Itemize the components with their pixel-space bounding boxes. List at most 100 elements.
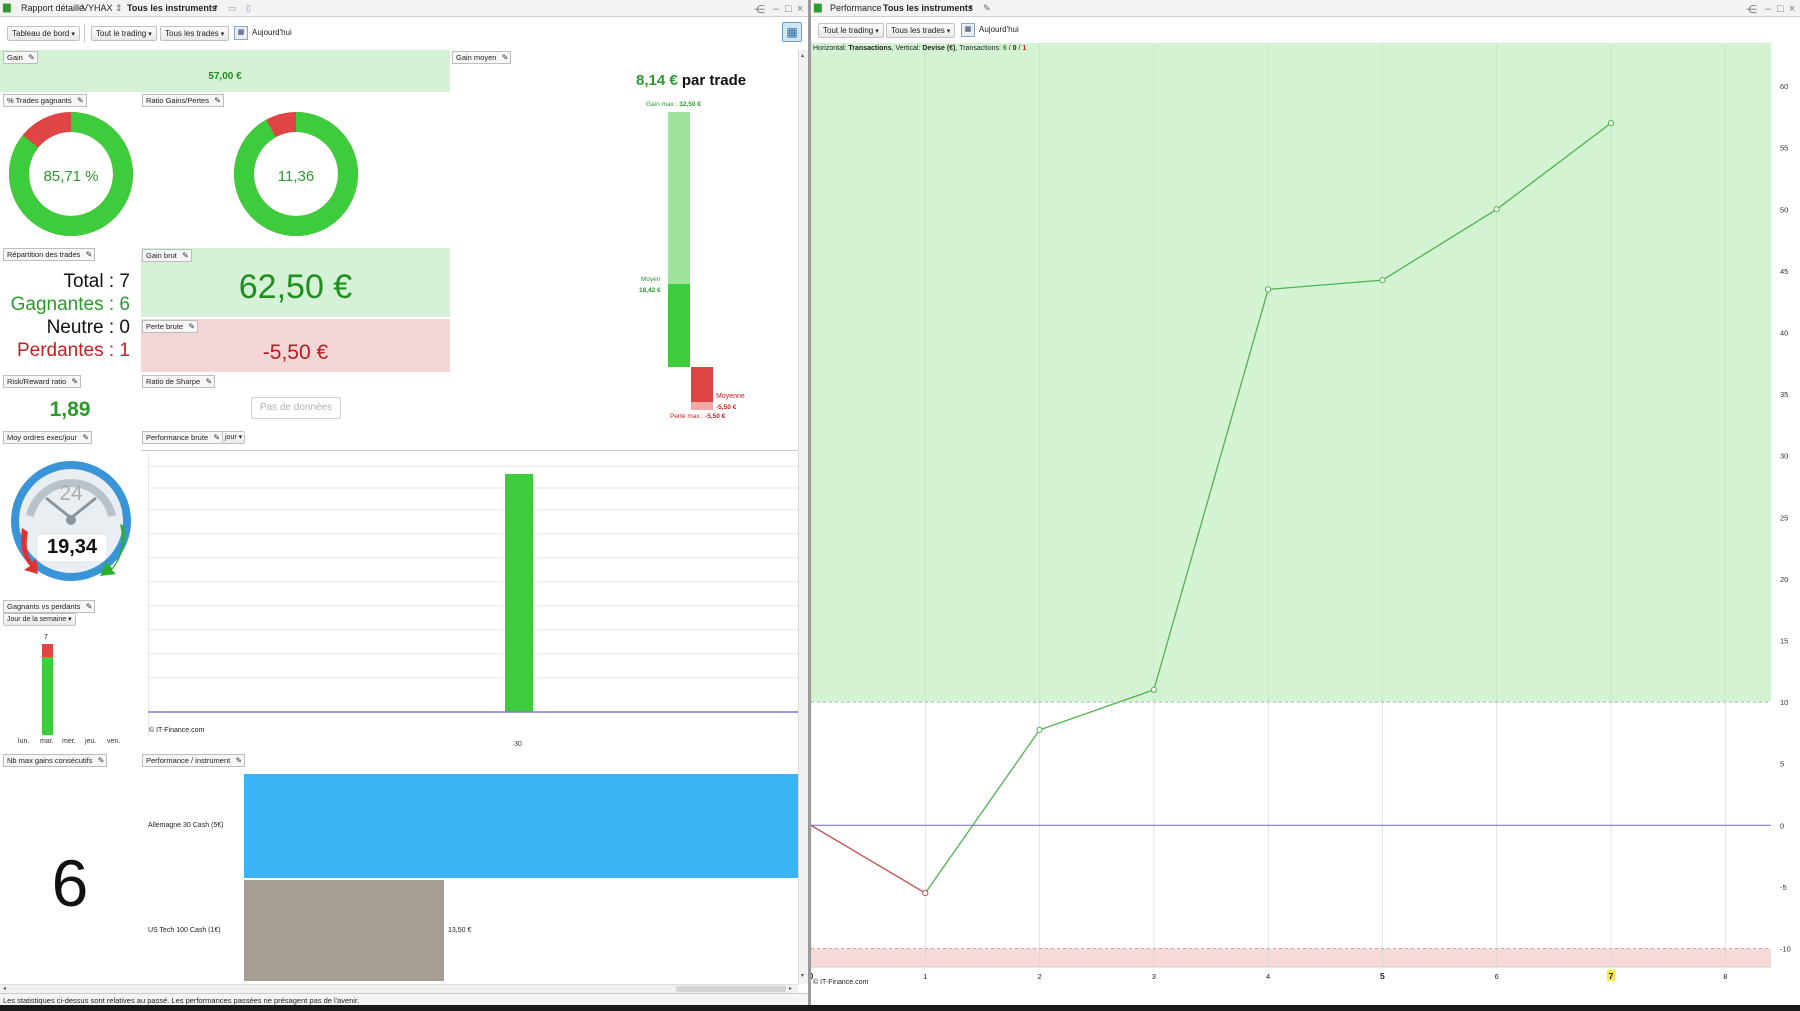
gain-label[interactable]: Gain ✎: [3, 51, 38, 64]
scroll-left-icon[interactable]: ◂: [3, 985, 6, 992]
performance-chart[interactable]: 605550454035302520151050-5-10012345678: [811, 43, 1800, 1005]
pin-icon[interactable]: ✎: [182, 250, 189, 261]
gain-moyen-headline: 8,14 € par trade: [636, 72, 746, 89]
left-toolbar: Tableau de bord Tout le trading Tous les…: [0, 17, 808, 47]
data-point: [1607, 119, 1615, 127]
right-copyright: © IT-Finance.com: [813, 979, 869, 986]
maximize-icon[interactable]: □: [785, 3, 792, 15]
left-window-titlebar: ▆ Rapport détaillé VYHAX ⇕ Tous les inst…: [0, 0, 808, 17]
perte-brute-value: -5,50 €: [262, 341, 329, 364]
weekday-top-value: 7: [44, 634, 48, 641]
today-button[interactable]: Aujourd'hui: [252, 28, 292, 37]
dashboard-dropdown[interactable]: Tableau de bord: [7, 26, 80, 41]
tab-rapport[interactable]: Rapport détaillé: [21, 3, 84, 13]
minimize-icon[interactable]: –: [773, 3, 779, 15]
instrument-bar-2[interactable]: [244, 880, 444, 981]
pin-icon[interactable]: ✎: [98, 755, 105, 766]
horizontal-scrollbar[interactable]: ◂ ▸: [0, 984, 798, 993]
instruments-selector[interactable]: Tous les instruments: [127, 3, 217, 13]
right-instruments-chevron-icon[interactable]: ▾: [969, 3, 973, 11]
close-icon[interactable]: ×: [797, 3, 803, 15]
gain-brut-label[interactable]: Gain brut ✎: [142, 249, 192, 262]
data-point: [1036, 726, 1043, 733]
pin-icon[interactable]: ✎: [86, 601, 93, 612]
scroll-down-icon[interactable]: ▾: [801, 972, 804, 979]
pin-icon[interactable]: ✎: [71, 376, 78, 387]
y-tick-label: 0: [1780, 821, 1784, 830]
trades-dropdown[interactable]: Tous les trades: [160, 26, 230, 41]
perf-instrument-label[interactable]: Performance / instrument ✎: [142, 754, 246, 767]
trading-dropdown[interactable]: Tout le trading: [91, 26, 157, 41]
y-tick-label: 55: [1780, 144, 1788, 153]
pin-icon[interactable]: ✎: [28, 52, 35, 63]
copy-icon[interactable]: ▯: [246, 3, 251, 14]
app-logo-icon: ▆: [814, 2, 822, 13]
moyenne-value: -5,50 €: [716, 404, 737, 411]
pin-icon[interactable]: ✎: [213, 432, 220, 443]
max-loss-label: Perte max :: [670, 413, 704, 420]
weekday-group-dropdown[interactable]: Jour de la semaine: [3, 613, 76, 626]
repartition-label-text: Répartition des trades: [7, 250, 81, 259]
gain-value: 57,00 €: [208, 71, 242, 82]
close-icon[interactable]: ×: [1789, 3, 1795, 15]
right-instruments-selector[interactable]: Tous les instruments: [883, 3, 973, 13]
pin-icon[interactable]: ✎: [86, 249, 93, 260]
perf-period-dropdown[interactable]: jour: [222, 431, 246, 444]
y-tick-label: 25: [1780, 513, 1788, 522]
moy-ordres-label[interactable]: Moy ordres exec/jour ✎: [3, 431, 93, 444]
pct-winning-label[interactable]: % Trades gagnants ✎: [3, 94, 87, 107]
x-tick-label: 8: [1723, 972, 1727, 981]
nb-max-gains-label[interactable]: Nb max gains consécutifs ✎: [3, 754, 108, 767]
x-tick-label: 3: [1152, 972, 1156, 981]
instruments-chevron-icon[interactable]: ▾: [214, 3, 218, 11]
perf-brute-chart: [148, 454, 798, 736]
layout-settings-icon[interactable]: ▦: [782, 22, 802, 42]
pin-icon[interactable]: ✎: [206, 376, 213, 387]
pin-icon[interactable]: ✎: [214, 95, 221, 106]
share-icon[interactable]: ⋲: [754, 3, 765, 16]
maximize-icon[interactable]: □: [1777, 3, 1784, 15]
taskbar-strip: [0, 1005, 1800, 1011]
right-trades-dropdown[interactable]: Tous les trades: [886, 23, 956, 38]
gain-moyen-label[interactable]: Gain moyen ✎: [452, 51, 512, 64]
pin-icon[interactable]: ✎: [188, 321, 195, 332]
right-window-titlebar: ▆ Performance Tous les instruments ▾ ✎ ⋲…: [811, 0, 1800, 17]
repartition-label[interactable]: Répartition des trades ✎: [3, 248, 96, 261]
info-tx-win: 6: [1002, 45, 1007, 52]
perf-brute-label[interactable]: Performance brute ✎: [142, 431, 224, 444]
scroll-up-icon[interactable]: ▴: [801, 52, 804, 59]
minimize-icon[interactable]: –: [1765, 3, 1771, 15]
export-icon[interactable]: ▭: [228, 3, 237, 14]
pin-icon[interactable]: ✎: [502, 52, 509, 63]
y-tick-label: 20: [1780, 575, 1788, 584]
chart-info-line: Horizontal: Transactions, Vertical: Devi…: [813, 45, 1027, 52]
data-point: [1379, 277, 1386, 284]
pin-icon[interactable]: ✎: [77, 95, 84, 106]
perf-brute-bar[interactable]: [505, 474, 533, 712]
share-icon[interactable]: ⋲: [1746, 3, 1757, 16]
pin-icon[interactable]: ✎: [236, 755, 243, 766]
y-tick-label: 30: [1780, 452, 1788, 461]
right-calendar-icon[interactable]: ▦: [961, 23, 975, 37]
pin-icon[interactable]: ✎: [82, 432, 89, 443]
account-label[interactable]: VYHAX: [82, 3, 113, 13]
wrench-icon[interactable]: ✎: [983, 3, 991, 14]
y-tick-label: 60: [1780, 82, 1788, 91]
gagnants-vs-perdants-label[interactable]: Gagnants vs perdants ✎: [3, 600, 96, 613]
tab-performance[interactable]: Performance: [830, 3, 882, 13]
risk-reward-label[interactable]: Risk/Reward ratio ✎: [3, 375, 82, 388]
scroll-right-icon[interactable]: ▸: [789, 985, 792, 992]
data-point: [922, 889, 929, 897]
scroll-thumb[interactable]: [676, 986, 786, 992]
ratio-gains-label[interactable]: Ratio Gains/Pertes ✎: [142, 94, 224, 107]
instrument-bar-1[interactable]: [244, 774, 798, 878]
calendar-icon[interactable]: ▦: [234, 26, 248, 40]
sharpe-label[interactable]: Ratio de Sharpe ✎: [142, 375, 216, 388]
nb-max-gains-label-text: Nb max gains consécutifs: [7, 756, 93, 765]
y-tick-label: 10: [1780, 698, 1788, 707]
perte-brute-label[interactable]: Perte brute ✎: [142, 320, 199, 333]
account-toggle-icon[interactable]: ⇕: [115, 3, 123, 14]
vertical-scrollbar[interactable]: ▴ ▾: [798, 50, 808, 984]
right-trading-dropdown[interactable]: Tout le trading: [818, 23, 884, 38]
right-today-button[interactable]: Aujourd'hui: [979, 25, 1019, 34]
